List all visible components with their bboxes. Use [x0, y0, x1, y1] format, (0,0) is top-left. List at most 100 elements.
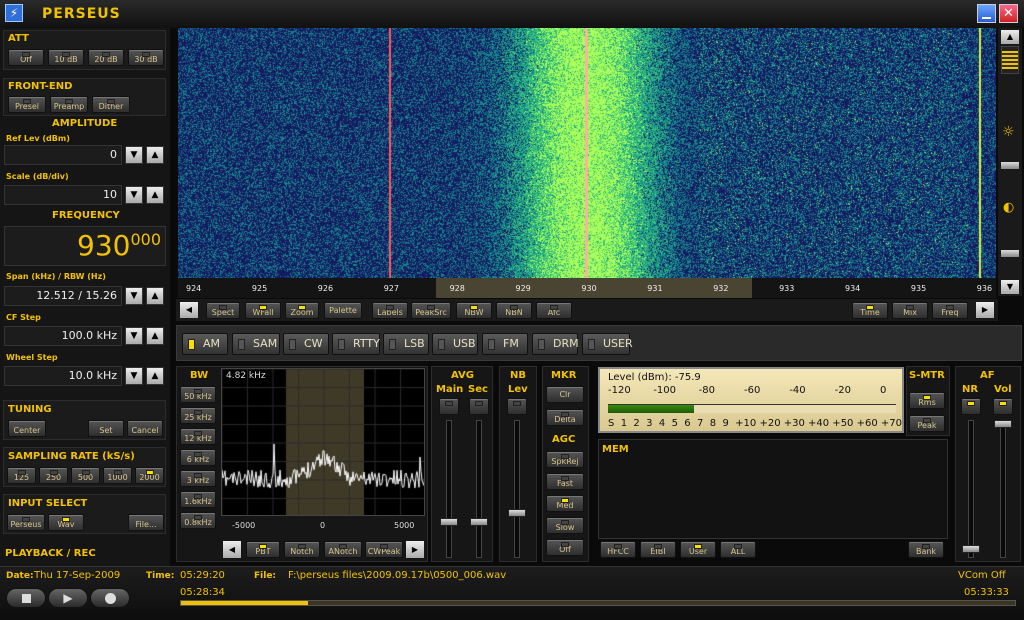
mem-eibi-button[interactable]: EIBI [640, 541, 676, 558]
bw-50khz-button[interactable]: 50 kHz [180, 386, 216, 403]
af-vol-slider[interactable] [994, 420, 1012, 428]
span-down-button[interactable]: ▼ [125, 287, 143, 305]
mkr-clr-button[interactable]: Clr [546, 386, 584, 403]
smtr-peak-button[interactable]: Peak [909, 415, 945, 432]
pbt-button[interactable]: PBT [246, 541, 280, 558]
cf-step-up-button[interactable]: ▲ [146, 327, 164, 345]
mem-panel[interactable]: MEM [598, 439, 948, 539]
att-off-button[interactable]: Off [8, 49, 44, 66]
toolbar-left-arrow[interactable]: ◀ [180, 302, 198, 318]
agc-off-button[interactable]: Off [546, 539, 584, 556]
mix-button[interactable]: Mix [892, 302, 928, 319]
mode-lsb-button[interactable]: LSB [383, 333, 429, 355]
mem-all-button[interactable]: ALL [720, 541, 756, 558]
att-20db-button[interactable]: 20 dB [88, 49, 124, 66]
minimize-button[interactable] [977, 4, 996, 23]
time-button[interactable]: Time [852, 302, 888, 319]
preamp-button[interactable]: Preamp [50, 96, 88, 113]
bw-0.8khz-button[interactable]: 0.8kHz [180, 512, 216, 529]
agc-spkrej-button[interactable]: SpkRej [546, 451, 584, 468]
bw-right-arrow[interactable]: ▶ [406, 541, 424, 558]
bw-1.6khz-button[interactable]: 1.6kHz [180, 491, 216, 508]
freq-button[interactable]: Freq [932, 302, 968, 319]
palette-button[interactable]: Palette [324, 302, 362, 319]
dither-button[interactable]: Dither [92, 96, 130, 113]
mode-fm-button[interactable]: FM [482, 333, 528, 355]
tuning-set-button[interactable]: Set [88, 420, 124, 437]
nb-toggle[interactable] [507, 398, 527, 415]
tuning-center-button[interactable]: Center [8, 420, 46, 437]
scroll-up-button[interactable]: ▲ [1001, 30, 1019, 44]
mode-drm-button[interactable]: DRM [532, 333, 579, 355]
contrast-slider[interactable] [1001, 46, 1019, 74]
bw-12khz-button[interactable]: 12 kHz [180, 428, 216, 445]
bw-spectrum-display[interactable]: 4.82 kHz [221, 368, 425, 516]
mode-cw-button[interactable]: CW [283, 333, 329, 355]
contrast-slider-knob[interactable] [1001, 250, 1019, 257]
ref-level-up-button[interactable]: ▲ [146, 146, 164, 164]
tuning-cancel-button[interactable]: Cancel [127, 420, 163, 437]
frequency-display[interactable]: 930000 [4, 226, 166, 266]
mkr-delta-button[interactable]: Delta [546, 409, 584, 426]
scale-down-button[interactable]: ▼ [125, 186, 143, 204]
sampling-500-button[interactable]: 500 [71, 467, 100, 484]
cf-step-down-button[interactable]: ▼ [125, 327, 143, 345]
bw-25khz-button[interactable]: 25 kHz [180, 407, 216, 424]
cwpeak-button[interactable]: CWPeak [365, 541, 403, 558]
play-button[interactable]: ▶ [48, 588, 88, 608]
mode-sam-button[interactable]: SAM [232, 333, 280, 355]
input-wav-button[interactable]: Wav [48, 514, 84, 531]
notch-button[interactable]: Notch [284, 541, 320, 558]
contrast-knob[interactable] [1002, 51, 1018, 69]
wfall-button[interactable]: WFall [245, 302, 281, 319]
scale-field[interactable]: 10 [4, 185, 122, 205]
agc-fast-button[interactable]: Fast [546, 473, 584, 490]
nbw-button[interactable]: NBW [456, 302, 492, 319]
nb-slider[interactable] [508, 509, 526, 517]
anotch-button[interactable]: ANotch [324, 541, 362, 558]
playback-progress-track[interactable] [180, 600, 1016, 606]
labels-button[interactable]: Labels [372, 302, 408, 319]
mem-user-button[interactable]: User [680, 541, 716, 558]
avg-sec-slider[interactable] [470, 518, 488, 526]
span-up-button[interactable]: ▲ [146, 287, 164, 305]
agc-slow-button[interactable]: Slow [546, 517, 584, 534]
afc-button[interactable]: Afc [536, 302, 572, 319]
bw-left-arrow[interactable]: ◀ [223, 541, 241, 558]
toolbar-right-arrow[interactable]: ▶ [976, 302, 994, 318]
bw-6khz-button[interactable]: 6 kHz [180, 449, 216, 466]
att-30db-button[interactable]: 30 dB [128, 49, 164, 66]
span-field[interactable]: 12.512 / 15.26 [4, 286, 122, 306]
af-nr-toggle[interactable] [961, 398, 981, 415]
nbn-button[interactable]: NBN [496, 302, 532, 319]
mode-rtty-button[interactable]: RTTY [332, 333, 380, 355]
record-button[interactable] [90, 588, 130, 608]
smtr-rms-button[interactable]: Rms [909, 392, 945, 409]
mode-am-button[interactable]: AM [182, 333, 228, 355]
bw-3khz-button[interactable]: 3 kHz [180, 470, 216, 487]
spect-button[interactable]: Spect [206, 302, 240, 319]
agc-med-button[interactable]: Med [546, 495, 584, 512]
sampling-2000-button[interactable]: 2000 [135, 467, 164, 484]
wheel-step-up-button[interactable]: ▲ [146, 367, 164, 385]
att-10db-button[interactable]: 10 dB [48, 49, 84, 66]
presel-button[interactable]: Presel [8, 96, 46, 113]
waterfall-display[interactable] [178, 28, 996, 278]
af-vol-toggle[interactable] [993, 398, 1013, 415]
wheel-step-down-button[interactable]: ▼ [125, 367, 143, 385]
avg-main-slider[interactable] [440, 518, 458, 526]
brightness-slider-knob[interactable] [1001, 162, 1019, 169]
sampling-125-button[interactable]: 125 [7, 467, 36, 484]
mode-user-button[interactable]: USER [582, 333, 633, 355]
mem-hfcc-button[interactable]: HFCC [600, 541, 636, 558]
peaksrc-button[interactable]: PeakSrc [411, 302, 451, 319]
avg-sec-toggle[interactable] [469, 398, 489, 415]
mem-bank-button[interactable]: Bank [908, 541, 944, 558]
input-file-button[interactable]: File... [128, 514, 164, 531]
scroll-down-button[interactable]: ▼ [1001, 280, 1019, 294]
ref-level-field[interactable]: 0 [4, 145, 122, 165]
af-nr-slider[interactable] [962, 545, 980, 553]
scale-up-button[interactable]: ▲ [146, 186, 164, 204]
input-perseus-button[interactable]: Perseus [7, 514, 45, 531]
close-button[interactable]: ✕ [999, 4, 1018, 23]
